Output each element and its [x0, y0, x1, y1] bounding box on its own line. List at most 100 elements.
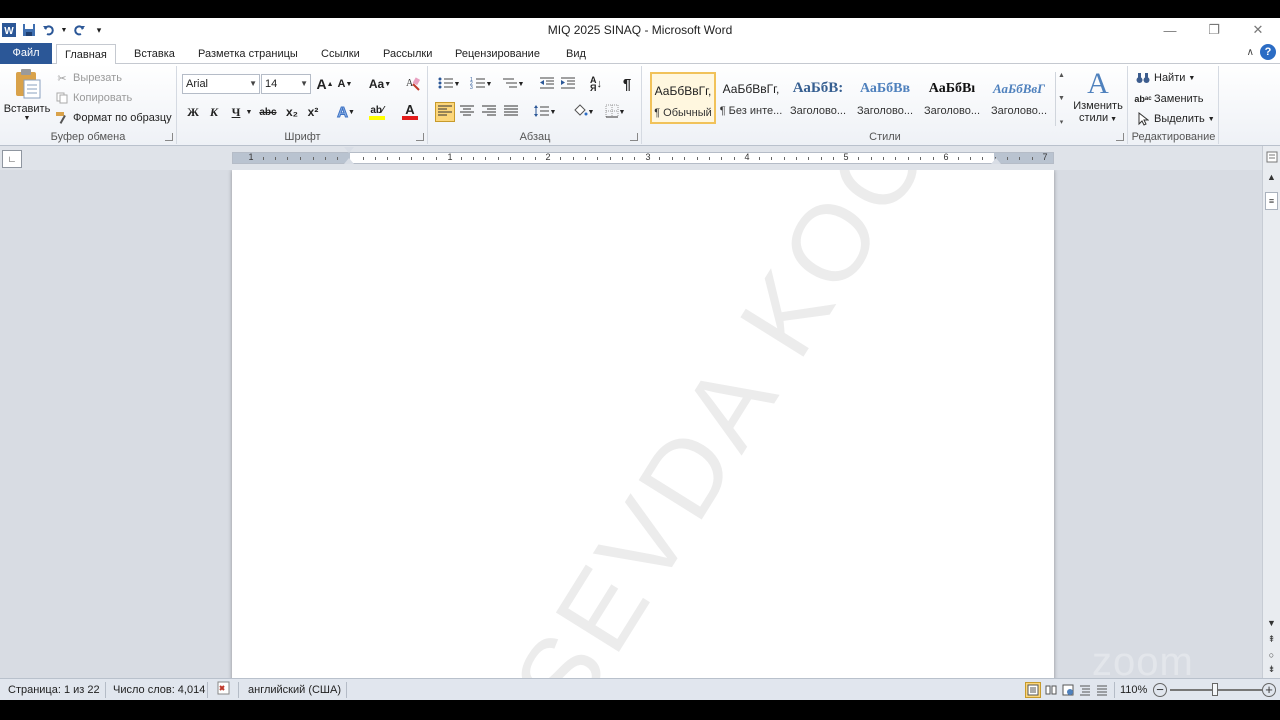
replace-button[interactable]: ab ac Заменить: [1134, 91, 1203, 107]
multilevel-list-icon: [502, 76, 518, 93]
zoom-level[interactable]: 110%: [1120, 684, 1147, 696]
proofing-icon[interactable]: [216, 681, 234, 700]
clear-formatting-button[interactable]: A: [403, 74, 423, 94]
numbering-button[interactable]: 1 2 3 ▼: [467, 74, 495, 94]
select-button[interactable]: Выделить ▼: [1135, 111, 1215, 127]
zoom-slider-thumb[interactable]: [1212, 683, 1218, 696]
zoom-in-icon[interactable]: +: [1262, 683, 1276, 697]
change-case-icon: Aa: [368, 77, 385, 91]
borders-icon: [605, 104, 619, 121]
justify-button[interactable]: [501, 102, 521, 122]
draft-view-icon[interactable]: [1094, 682, 1110, 698]
underline-dropdown-icon[interactable]: ▼: [244, 102, 254, 122]
decrease-indent-button[interactable]: [537, 74, 557, 94]
style-heading-1[interactable]: АаБбВ: Заголово...: [785, 72, 851, 124]
next-page-icon[interactable]: ⇟: [1265, 662, 1278, 676]
select-browse-object-icon[interactable]: ○: [1265, 648, 1278, 662]
multilevel-list-button[interactable]: ▼: [499, 74, 527, 94]
zoom-out-icon[interactable]: −: [1153, 683, 1167, 697]
italic-button[interactable]: К: [204, 102, 224, 122]
scroll-up-icon[interactable]: ▲: [1265, 170, 1278, 184]
tab-home[interactable]: Главная: [56, 44, 116, 65]
ribbon-minimize-icon[interactable]: ∧: [1247, 47, 1254, 58]
align-center-button[interactable]: [457, 102, 477, 122]
bold-button[interactable]: Ж: [183, 102, 203, 122]
copy-button[interactable]: Копировать: [54, 90, 132, 106]
hanging-indent-marker[interactable]: [344, 158, 354, 164]
align-left-button[interactable]: [435, 102, 455, 122]
zoom-slider[interactable]: [1170, 683, 1262, 696]
tab-mailings[interactable]: Рассылки: [375, 44, 440, 64]
superscript-button[interactable]: x²: [303, 102, 323, 122]
paragraph-launcher-icon[interactable]: [630, 133, 638, 141]
increase-indent-button[interactable]: [558, 74, 578, 94]
highlight-color-button[interactable]: ab⁄: [363, 102, 391, 122]
style-name: Заголово...: [789, 105, 847, 117]
ribbon-tabs: Файл Главная Вставка Разметка страницы С…: [0, 42, 1280, 65]
text-effects-button[interactable]: A ▼: [334, 102, 358, 122]
help-icon[interactable]: ?: [1260, 44, 1276, 60]
cut-button[interactable]: ✂ Вырезать: [54, 70, 122, 86]
vertical-scrollbar[interactable]: ▲ ≡ ▼ ⇞ ○ ⇟: [1262, 146, 1280, 678]
paragraph-group: ▼ 1 2 3 ▼ ▼ A Я ↓ ¶ ▼ ▼ ▼ Абзац: [429, 66, 642, 144]
tab-file[interactable]: Файл: [0, 43, 52, 64]
strikethrough-button[interactable]: abc: [257, 102, 279, 122]
styles-scroll-down-icon[interactable]: ▼: [1058, 95, 1065, 102]
style-no-spacing[interactable]: АаБбВвГг, ¶ Без инте...: [718, 72, 784, 124]
style-heading-3[interactable]: АаБбВı Заголово...: [919, 72, 985, 124]
restore-button[interactable]: ❐: [1192, 18, 1236, 42]
grow-font-button[interactable]: A ▲: [315, 74, 335, 94]
font-size-combo[interactable]: 14 ▼: [261, 74, 311, 94]
tab-page-layout[interactable]: Разметка страницы: [190, 44, 306, 64]
style-normal[interactable]: АаБбВвГг, ¶ Обычный: [650, 72, 716, 124]
subscript-button[interactable]: x₂: [282, 102, 302, 122]
scroll-thumb[interactable]: ≡: [1265, 192, 1278, 210]
bullets-button[interactable]: ▼: [435, 74, 463, 94]
print-layout-view-icon[interactable]: [1025, 682, 1041, 698]
line-spacing-button[interactable]: ▼: [531, 102, 559, 122]
tab-review[interactable]: Рецензирование: [447, 44, 548, 64]
find-button[interactable]: Найти ▼: [1135, 70, 1195, 86]
page-count[interactable]: Страница: 1 из 22: [8, 684, 100, 696]
shrink-font-button[interactable]: A ▼: [335, 74, 355, 94]
language-indicator[interactable]: английский (США): [248, 684, 341, 696]
styles-scroll-up-icon[interactable]: ▲: [1058, 72, 1065, 79]
word-count[interactable]: Число слов: 4,014: [113, 684, 205, 696]
font-color-button[interactable]: A: [396, 102, 424, 122]
tab-references[interactable]: Ссылки: [313, 44, 368, 64]
view-ruler-icon[interactable]: [1265, 150, 1278, 164]
web-layout-view-icon[interactable]: [1060, 682, 1076, 698]
ruler-number: 3: [645, 152, 651, 162]
clipboard-launcher-icon[interactable]: [165, 133, 173, 141]
styles-launcher-icon[interactable]: [1116, 133, 1124, 141]
minimize-button[interactable]: —: [1148, 18, 1192, 42]
align-right-button[interactable]: [479, 102, 499, 122]
scroll-down-icon[interactable]: ▼: [1265, 616, 1278, 630]
line-spacing-icon: [533, 104, 550, 121]
format-painter-button[interactable]: Формат по образцу: [54, 110, 172, 126]
sort-button[interactable]: A Я ↓: [586, 74, 606, 94]
paste-button[interactable]: Вставить ▼: [4, 68, 50, 122]
borders-button[interactable]: ▼: [601, 102, 629, 122]
tab-insert[interactable]: Вставка: [126, 44, 183, 64]
tab-view[interactable]: Вид: [558, 44, 594, 64]
style-heading-2[interactable]: АаБбВв Заголово...: [852, 72, 918, 124]
outline-view-icon[interactable]: [1077, 682, 1093, 698]
full-screen-reading-view-icon[interactable]: [1043, 682, 1059, 698]
underline-button[interactable]: Ч: [226, 102, 246, 122]
tab-selector-icon[interactable]: ∟: [2, 150, 22, 168]
font-name-combo[interactable]: Arial ▼: [182, 74, 260, 94]
horizontal-ruler[interactable]: 1 1 2 3 4 5 6 7: [232, 147, 1054, 164]
right-indent-marker[interactable]: [991, 158, 1001, 164]
change-case-button[interactable]: Aa ▼: [366, 74, 394, 94]
font-launcher-icon[interactable]: [416, 133, 424, 141]
styles-more-icon[interactable]: ▾: [1060, 118, 1064, 126]
style-heading-4[interactable]: АаБбВвГ Заголово...: [986, 72, 1052, 124]
first-line-indent-marker[interactable]: [344, 147, 354, 153]
show-marks-button[interactable]: ¶: [617, 74, 637, 94]
shading-button[interactable]: ▼: [569, 102, 597, 122]
document-page[interactable]: SEVDA KOCH: [232, 170, 1054, 678]
previous-page-icon[interactable]: ⇞: [1265, 632, 1278, 646]
change-styles-button[interactable]: A Изменить стили ▼: [1071, 68, 1125, 126]
close-button[interactable]: ✕: [1236, 18, 1280, 42]
